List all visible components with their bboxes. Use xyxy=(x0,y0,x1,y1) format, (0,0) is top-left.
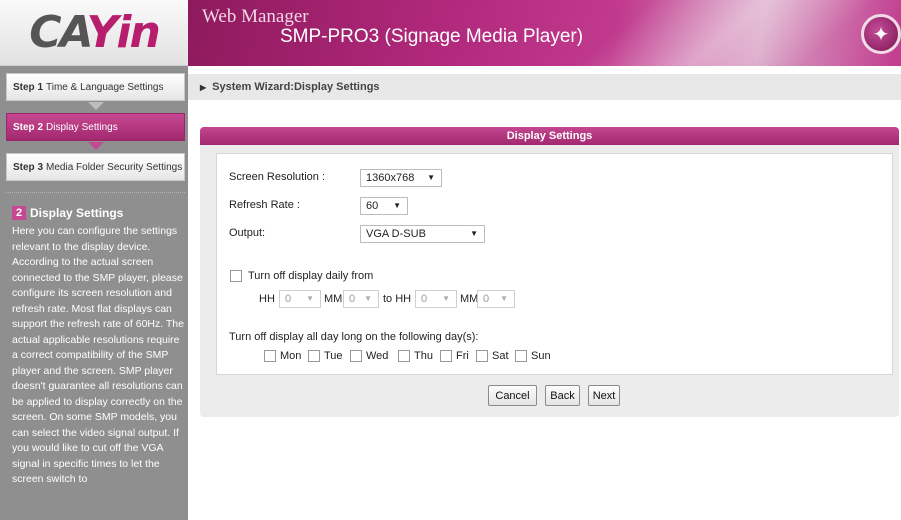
chevron-down-icon: ▼ xyxy=(500,294,508,303)
wizard-sidebar: Step 1 Time & Language Settings Step 2 D… xyxy=(0,66,188,520)
resolution-value: 1360x768 xyxy=(366,172,415,184)
panel-title: Display Settings xyxy=(200,127,899,145)
mm-start-value: 0 xyxy=(349,293,356,305)
triangle-right-icon: ▶ xyxy=(200,82,207,92)
help-number-icon: 2 xyxy=(12,206,26,220)
day-label-wed: Wed xyxy=(366,350,389,362)
refresh-rate-value: 60 xyxy=(366,200,379,212)
day-label-sat: Sat xyxy=(492,350,509,362)
chevron-down-icon: ▼ xyxy=(470,229,478,238)
day-checkbox-fri[interactable] xyxy=(440,350,452,362)
hh-end-select[interactable]: 0 ▼ xyxy=(415,290,457,308)
day-label-mon: Mon xyxy=(280,350,302,362)
day-label-tue: Tue xyxy=(324,350,343,362)
app-title: Web Manager xyxy=(202,6,309,27)
step-arrow-icon xyxy=(88,102,104,110)
day-checkbox-sun[interactable] xyxy=(515,350,527,362)
help-title: 2 Display Settings xyxy=(12,206,123,220)
output-label: Output: xyxy=(229,227,266,239)
chevron-down-icon: ▼ xyxy=(427,173,435,182)
help-text: Here you can configure the settings rele… xyxy=(12,225,184,485)
mm-end-select[interactable]: 0 ▼ xyxy=(477,290,515,308)
step-label: Media Folder Security Settings xyxy=(46,161,183,173)
step-number: Step 1 xyxy=(13,81,44,93)
display-settings-panel: Display Settings Screen Resolution : 136… xyxy=(200,127,899,417)
chevron-down-icon: ▼ xyxy=(442,294,450,303)
resolution-select[interactable]: 1360x768 ▼ xyxy=(360,169,442,187)
mm-start-select[interactable]: 0 ▼ xyxy=(343,290,379,308)
sidebar-divider xyxy=(6,192,185,193)
step-media-folder-security[interactable]: Step 3 Media Folder Security Settings xyxy=(6,153,185,181)
day-checkbox-sat[interactable] xyxy=(476,350,488,362)
day-label-fri: Fri xyxy=(456,350,469,362)
day-checkbox-tue[interactable] xyxy=(308,350,320,362)
hh-start-value: 0 xyxy=(285,293,292,305)
mm-end-label: MM xyxy=(460,293,479,305)
breadcrumb-text: System Wizard:Display Settings xyxy=(212,81,380,93)
refresh-rate-select[interactable]: 60 ▼ xyxy=(360,197,408,215)
daily-off-label: Turn off display daily from xyxy=(248,270,374,282)
day-checkbox-mon[interactable] xyxy=(264,350,276,362)
day-checkbox-wed[interactable] xyxy=(350,350,362,362)
output-select[interactable]: VGA D-SUB ▼ xyxy=(360,225,485,243)
cayin-logo: CAYin xyxy=(0,0,188,66)
step-time-language[interactable]: Step 1 Time & Language Settings xyxy=(6,73,185,101)
resolution-label: Screen Resolution : xyxy=(229,171,325,183)
refresh-rate-label: Refresh Rate : xyxy=(229,199,300,211)
mm-start-label: MM xyxy=(324,293,343,305)
hh-start-select[interactable]: 0 ▼ xyxy=(279,290,321,308)
cancel-button[interactable]: Cancel xyxy=(488,385,537,406)
output-value: VGA D-SUB xyxy=(366,228,426,240)
back-button[interactable]: Back xyxy=(545,385,580,406)
breadcrumb: ▶ System Wizard:Display Settings xyxy=(188,74,901,100)
help-heading: Display Settings xyxy=(30,206,124,220)
step-display-settings[interactable]: Step 2 Display Settings xyxy=(6,113,185,141)
logo-prefix: CA xyxy=(29,7,88,58)
day-label-sun: Sun xyxy=(531,350,551,362)
to-hh-label: to HH xyxy=(383,293,412,305)
daily-off-checkbox[interactable] xyxy=(230,270,242,282)
step-arrow-icon xyxy=(88,142,104,150)
step-label: Time & Language Settings xyxy=(46,81,164,93)
mm-end-value: 0 xyxy=(483,293,490,305)
settings-form: Screen Resolution : 1360x768 ▼ Refresh Ra… xyxy=(216,153,893,375)
step-number: Step 2 xyxy=(13,121,44,133)
next-button[interactable]: Next xyxy=(588,385,620,406)
chevron-down-icon: ▼ xyxy=(306,294,314,303)
days-label: Turn off display all day long on the fol… xyxy=(229,331,479,343)
chevron-down-icon: ▼ xyxy=(393,201,401,210)
hh-start-label: HH xyxy=(259,293,275,305)
device-model: SMP-PRO3 (Signage Media Player) xyxy=(280,26,584,47)
chevron-down-icon: ▼ xyxy=(364,294,372,303)
header-banner: Web Manager SMP-PRO3 (Signage Media Play… xyxy=(188,0,901,66)
logo-suffix: Yin xyxy=(86,7,161,58)
hh-end-value: 0 xyxy=(421,293,428,305)
day-checkbox-thu[interactable] xyxy=(398,350,410,362)
day-label-thu: Thu xyxy=(414,350,433,362)
step-label: Display Settings xyxy=(46,121,118,133)
step-number: Step 3 xyxy=(13,161,44,173)
wizard-badge-icon: ✦ xyxy=(861,14,901,54)
